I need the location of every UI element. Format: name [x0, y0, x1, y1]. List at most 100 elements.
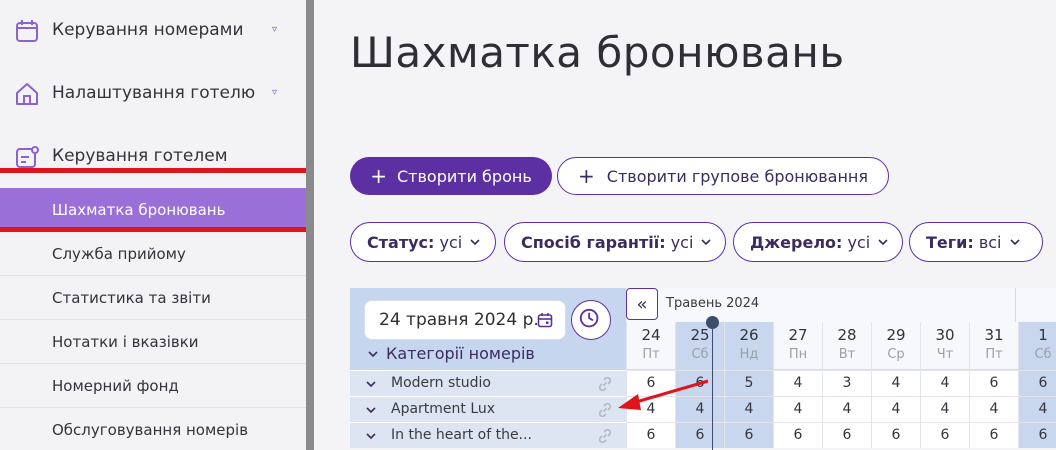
plus-icon: + — [370, 164, 387, 188]
link-icon[interactable] — [596, 427, 614, 445]
availability-cell[interactable]: 6 — [969, 370, 1018, 396]
availability-cell[interactable]: 3 — [822, 370, 871, 396]
chevron-down-icon — [701, 239, 711, 246]
filter-value: усі — [439, 232, 463, 252]
availability-cell[interactable]: 4 — [871, 396, 920, 422]
sidebar-item-notes[interactable]: Нотатки і вказівки — [0, 320, 306, 364]
availability-cell[interactable]: 4 — [1018, 396, 1056, 422]
availability-cell[interactable]: 4 — [920, 370, 969, 396]
sidebar-item-front-desk[interactable]: Служба прийому — [0, 232, 306, 276]
availability-cell[interactable]: 4 — [969, 396, 1018, 422]
sidebar-item-room-stock[interactable]: Номерний фонд — [0, 364, 306, 408]
nav-room-management-label: Керування номерами — [52, 20, 244, 40]
page-title: Шахматка бронювань — [350, 28, 845, 77]
availability-cell[interactable]: 6 — [822, 422, 871, 448]
availability-cell[interactable]: 6 — [675, 422, 724, 448]
availability-cell[interactable]: 4 — [822, 396, 871, 422]
weekday-label: Пт — [985, 347, 1003, 362]
availability-cell[interactable]: 5 — [724, 370, 773, 396]
weekday-label: Пн — [788, 347, 808, 362]
day-number: 27 — [788, 326, 808, 344]
hotel-management-icon — [16, 146, 39, 168]
date-value: 24 травня 2024 р. — [379, 310, 539, 330]
category-row[interactable]: Modern studio 6 6 5 4 3 4 4 6 6 — [350, 370, 1056, 396]
availability-cell[interactable]: 6 — [626, 370, 675, 396]
availability-cell[interactable]: 6 — [871, 422, 920, 448]
create-booking-button[interactable]: + Створити бронь — [350, 157, 552, 195]
weekday-label: Вт — [838, 347, 856, 362]
create-group-booking-button[interactable]: + Створити групове бронювання — [557, 157, 889, 195]
nav-hotel-settings[interactable]: Налаштування готелю ▿ — [0, 73, 306, 113]
day-number: 31 — [984, 326, 1004, 344]
chevron-down-icon — [368, 351, 378, 358]
today-marker-line — [712, 322, 713, 450]
filter-status[interactable]: Статус: усі — [350, 222, 496, 262]
availability-cell[interactable]: 6 — [1018, 422, 1056, 448]
month-divider — [1015, 288, 1016, 322]
nav-hotel-management-label: Керування готелем — [52, 146, 228, 166]
category-row[interactable]: Apartment Lux 4 4 4 4 4 4 4 4 4 — [350, 396, 1056, 422]
sidebar-item-statistics[interactable]: Статистика та звіти — [0, 276, 306, 320]
availability-cell[interactable]: 6 — [724, 422, 773, 448]
chevron-down-icon[interactable] — [366, 379, 376, 389]
day-number: 28 — [837, 326, 857, 344]
month-label: Травень 2024 — [666, 296, 760, 311]
filter-key: Джерело: — [750, 232, 843, 252]
booking-grid: 24 травня 2024 р. Категорії номерів « Тр… — [350, 288, 1056, 450]
filter-tags[interactable]: Теги: всі — [909, 222, 1043, 262]
sidebar-item-housekeeping[interactable]: Обслуговування номерів — [0, 408, 306, 450]
sidebar-item-label: Номерний фонд — [52, 377, 179, 395]
filter-guarantee[interactable]: Спосіб гарантії: усі — [504, 222, 726, 262]
availability-cell[interactable]: 6 — [1018, 370, 1056, 396]
availability-cell[interactable]: 6 — [773, 422, 822, 448]
day-number: 24 — [641, 326, 661, 344]
plus-icon: + — [578, 164, 595, 188]
link-icon[interactable] — [596, 375, 614, 393]
category-name-cell[interactable]: In the heart of the... — [350, 422, 626, 448]
sidebar-item-label: Служба прийому — [52, 245, 186, 263]
sidebar-scrollbar[interactable] — [306, 0, 314, 450]
sidebar-item-label: Нотатки і вказівки — [52, 333, 199, 351]
clock-icon — [579, 308, 599, 328]
day-header: 27 Пн — [773, 322, 822, 370]
filter-key: Статус: — [367, 232, 435, 252]
day-header: 25 Сб — [675, 322, 724, 370]
chevron-down-icon[interactable] — [366, 405, 376, 415]
today-button[interactable] — [571, 300, 611, 340]
category-name: Modern studio — [391, 375, 491, 391]
chevron-down-icon[interactable] — [366, 431, 376, 441]
sidebar: Керування номерами ▿ Налаштування готелю… — [0, 0, 306, 450]
link-icon[interactable] — [596, 401, 614, 419]
availability-cell[interactable]: 6 — [675, 370, 724, 396]
sidebar-item-booking-chessboard[interactable]: Шахматка бронювань — [0, 188, 306, 232]
chevron-down-icon — [470, 239, 480, 246]
availability-cell[interactable]: 4 — [724, 396, 773, 422]
category-name-cell[interactable]: Modern studio — [350, 370, 626, 396]
day-header: 24 Пт — [626, 322, 675, 370]
availability-cell[interactable]: 4 — [675, 396, 724, 422]
room-categories-toggle[interactable]: Категорії номерів — [368, 344, 535, 363]
day-header: 26 Нд — [724, 322, 773, 370]
category-name-cell[interactable]: Apartment Lux — [350, 396, 626, 422]
day-header: 28 Вт — [822, 322, 871, 370]
calendar-icon[interactable] — [537, 312, 553, 328]
sidebar-item-label: Статистика та звіти — [52, 289, 211, 307]
availability-cell[interactable]: 4 — [626, 396, 675, 422]
nav-room-management[interactable]: Керування номерами ▿ — [0, 10, 306, 50]
date-picker-input[interactable]: 24 травня 2024 р. — [364, 300, 566, 340]
availability-cell[interactable]: 4 — [773, 396, 822, 422]
weekday-label: Нд — [739, 347, 759, 362]
availability-cell[interactable]: 4 — [920, 396, 969, 422]
day-number: 30 — [935, 326, 955, 344]
availability-cell[interactable]: 6 — [920, 422, 969, 448]
availability-cell[interactable]: 6 — [969, 422, 1018, 448]
category-row[interactable]: In the heart of the... 6 6 6 6 6 6 6 6 6 — [350, 422, 1056, 448]
availability-cell[interactable]: 6 — [626, 422, 675, 448]
nav-hotel-settings-label: Налаштування готелю — [52, 83, 256, 103]
availability-cell[interactable]: 4 — [871, 370, 920, 396]
prev-period-button[interactable]: « — [626, 288, 658, 320]
availability-cell[interactable]: 4 — [773, 370, 822, 396]
filter-source[interactable]: Джерело: усі — [733, 222, 903, 262]
home-icon — [16, 83, 38, 105]
today-marker-dot — [706, 316, 719, 329]
